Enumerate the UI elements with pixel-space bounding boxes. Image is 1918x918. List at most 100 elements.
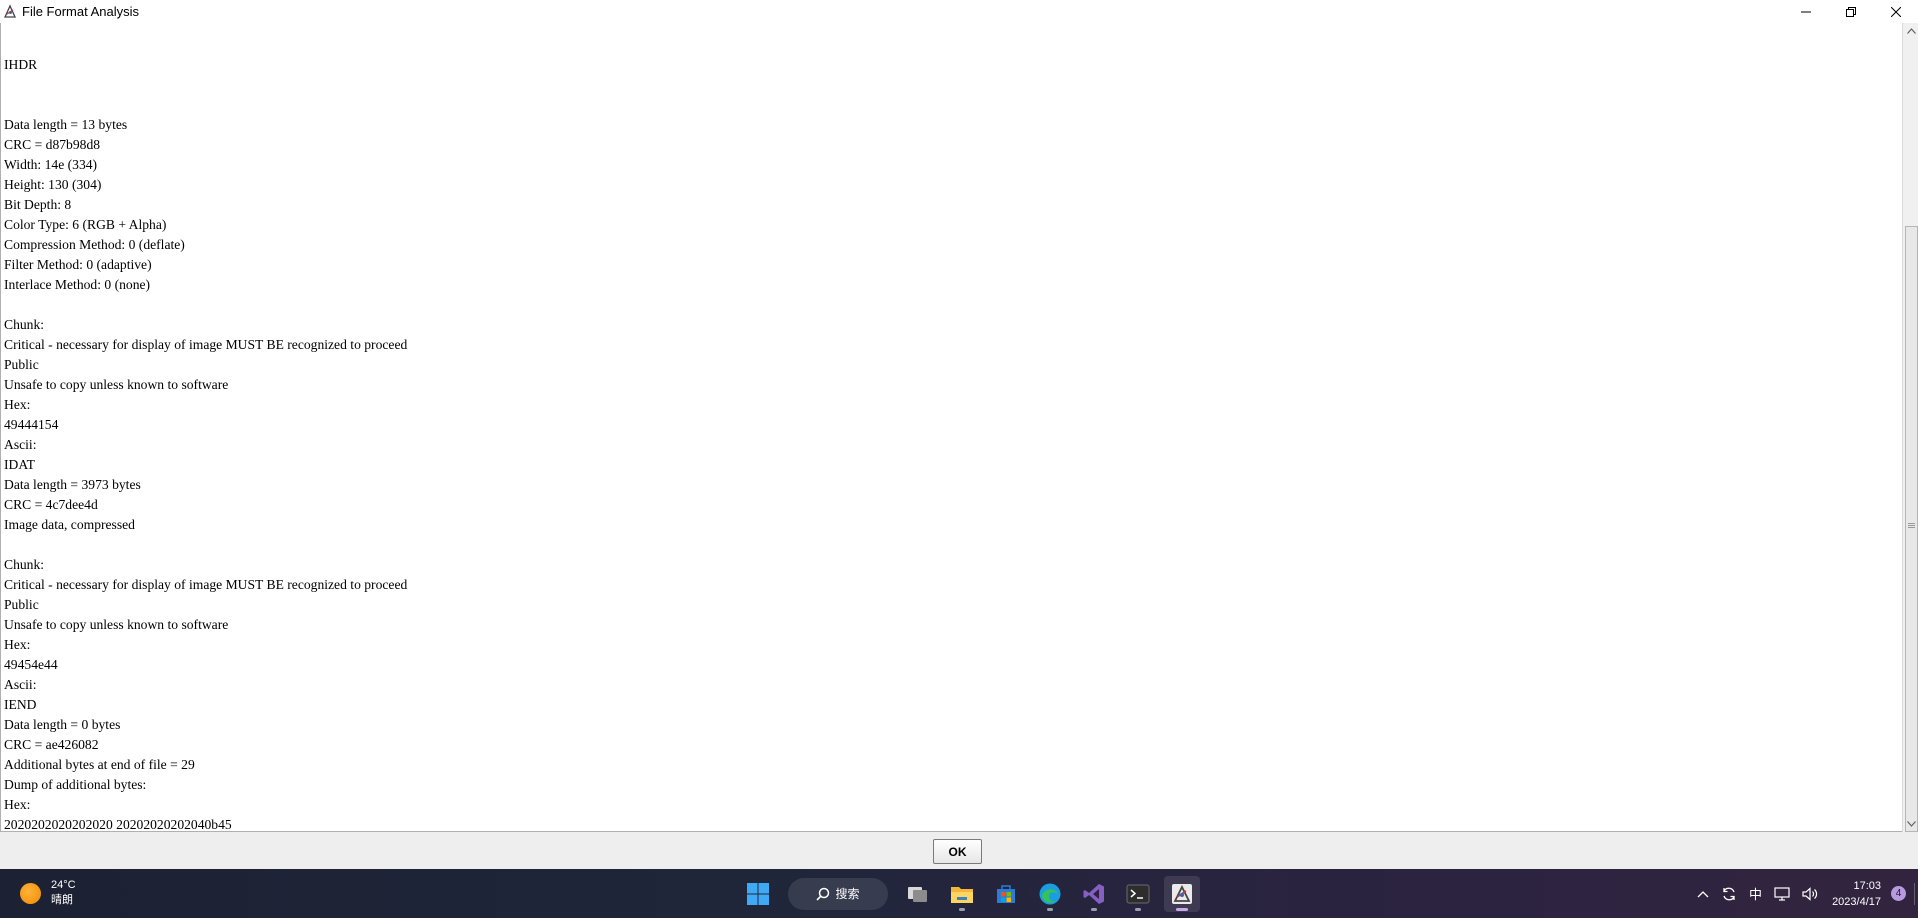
chevron-up-icon [1906,28,1916,34]
text-line: 49444154 [4,417,59,432]
edge-button[interactable] [1032,876,1068,912]
text-line: Interlace Method: 0 (none) [4,277,151,292]
task-view-button[interactable] [900,876,936,912]
scrollbar-thumb[interactable] [1905,226,1918,832]
running-indicator [1135,907,1141,911]
vertical-scrollbar[interactable] [1902,23,1918,832]
text-line: Color Type: 6 (RGB + Alpha) [4,217,167,232]
speaker-icon [1802,886,1818,901]
search-label: 搜索 [835,887,860,901]
file-explorer-icon [951,886,973,903]
text-line: Critical - necessary for display of imag… [4,577,408,592]
sync-button[interactable] [1721,886,1737,902]
text-line [4,535,407,555]
text-line: Critical - necessary for display of imag… [4,337,408,352]
sync-icon [1723,887,1735,900]
task-view-icon [908,886,927,902]
text-line: Bit Depth: 8 [4,197,72,212]
text-line: IDAT [4,457,35,472]
text-line: Compression Method: 0 (deflate) [4,237,185,252]
clock-date: 2023/4/17 [1832,895,1881,908]
window-title: File Format Analysis [22,4,140,19]
system-tray: 中 17:03 2023/4/17 4 [1691,869,1918,918]
minimize-icon [1800,11,1811,12]
text-line: Dump of additional bytes: [4,777,147,792]
text-line: Data length = 3973 bytes [4,477,141,492]
text-line: Unsafe to copy unless known to software [4,617,229,632]
button-panel: OK [0,832,1918,869]
java-app-icon [1172,883,1192,904]
java-app-taskbar-button[interactable] [1164,875,1200,912]
text-line: Unsafe to copy unless known to software [4,377,229,392]
text-line: Hex: [4,797,31,812]
terminal-button[interactable] [1120,876,1156,912]
running-indicator [1047,907,1053,911]
text-line: Hex: [4,397,31,412]
java-app-icon [3,4,18,19]
text-line: Ascii: [4,677,37,692]
text-line: Public [4,597,39,612]
chevron-down-icon [1906,821,1916,827]
input-method-indicator[interactable]: 中 [1749,884,1762,903]
running-indicator [959,907,965,911]
text-line: CRC = d87b98d8 [4,137,101,152]
scroll-down-button[interactable] [1903,816,1918,832]
weather-temperature: 24°C [51,879,76,891]
ok-button[interactable]: OK [933,839,982,864]
title-bar: File Format Analysis [0,0,1918,24]
edge-icon [1039,883,1061,904]
restore-icon [1845,6,1856,17]
text-line: Chunk: [4,317,45,332]
close-icon [1890,6,1901,17]
chevron-up-icon [1697,890,1709,897]
show-desktop-button[interactable] [1914,882,1918,905]
analysis-text-area[interactable]: IHDR Data length = 13 bytes CRC = d87b98d… [0,23,1903,832]
weather-widget[interactable]: 24°C 晴朗 [20,878,76,908]
text-line: CRC = 4c7dee4d [4,497,98,512]
text-line: Image data, compressed [4,517,135,532]
microsoft-store-button[interactable] [988,876,1024,912]
clock-time: 17:03 [1853,879,1881,892]
taskbar: 24°C 晴朗 搜索 中 17:03 2023/4/17 4 [0,869,1918,918]
analysis-text: IHDR Data length = 13 bytes CRC = d87b98d… [4,23,408,832]
notification-badge[interactable]: 4 [1891,886,1906,901]
text-line: IEND [4,697,37,712]
text-line: Filter Method: 0 (adaptive) [4,257,152,272]
text-line: Hex: [4,637,31,652]
text-line: Chunk: [4,557,45,572]
network-button[interactable] [1774,886,1790,901]
terminal-icon [1126,884,1150,903]
visual-studio-button[interactable] [1076,876,1112,912]
close-button[interactable] [1873,0,1918,23]
microsoft-store-icon [997,884,1015,903]
restore-button[interactable] [1828,0,1873,23]
text-line: Public [4,357,39,372]
text-line: Width: 14e (334) [4,157,98,172]
scroll-up-button[interactable] [1903,23,1918,39]
show-hidden-icons-button[interactable] [1697,890,1709,898]
text-line: Additional bytes at end of file = 29 [4,757,195,772]
minimize-button[interactable] [1783,0,1828,23]
visual-studio-icon [1083,883,1104,904]
text-line: 49454e44 [4,657,58,672]
text-line: CRC = ae426082 [4,737,99,752]
text-line [4,295,407,315]
clock[interactable]: 17:03 2023/4/17 [1832,878,1881,910]
text-line: Data length = 0 bytes [4,717,121,732]
windows-start-button[interactable] [740,876,776,912]
weather-condition: 晴朗 [51,894,73,906]
text-line: Height: 130 (304) [4,177,102,192]
sun-icon [20,882,41,904]
windows-start-icon [747,882,769,905]
file-explorer-button[interactable] [944,876,980,912]
text-line: Ascii: [4,437,37,452]
active-indicator [1176,907,1188,911]
running-indicator [1091,907,1097,911]
text-line: Data length = 13 bytes [4,117,128,132]
grip-icon [1908,523,1915,529]
search-icon [816,887,830,901]
network-icon [1774,886,1790,901]
taskbar-search[interactable]: 搜索 [788,877,888,910]
text-line: 2020202020202020 20202020202040b45 [4,817,232,832]
volume-button[interactable] [1802,886,1818,901]
